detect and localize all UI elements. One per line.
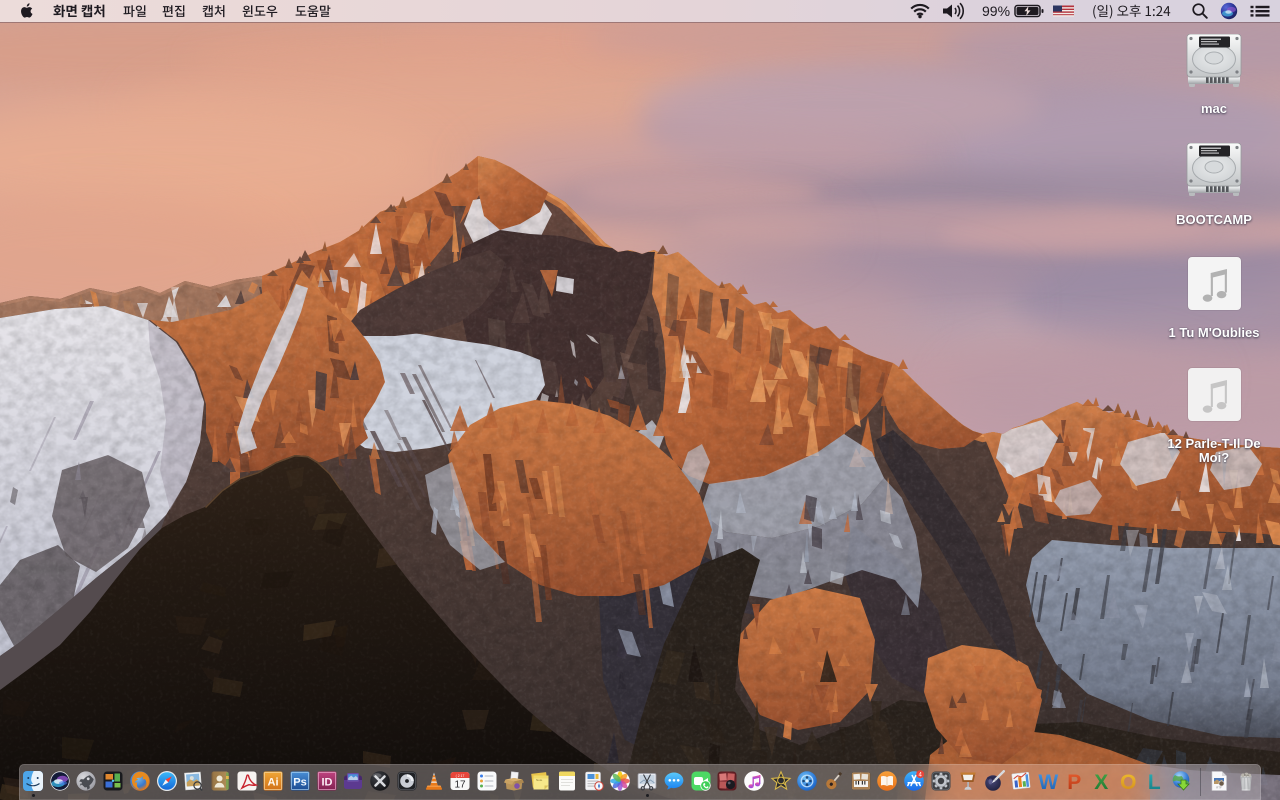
svg-text:Ps: Ps <box>293 777 306 789</box>
svg-text:W: W <box>1038 771 1058 792</box>
svg-text:17: 17 <box>455 780 467 791</box>
svg-text:O: O <box>1120 771 1136 792</box>
svg-text:RTF: RTF <box>1217 786 1223 790</box>
svg-text:( 2 17: ( 2 17 <box>456 774 465 778</box>
svg-text:L: L <box>1148 771 1161 792</box>
svg-text:Ai: Ai <box>268 777 279 789</box>
svg-text:X: X <box>1094 771 1108 792</box>
svg-text:Note: Note <box>536 778 543 782</box>
svg-text:P: P <box>1068 771 1082 792</box>
svg-text:ID: ID <box>321 777 332 789</box>
